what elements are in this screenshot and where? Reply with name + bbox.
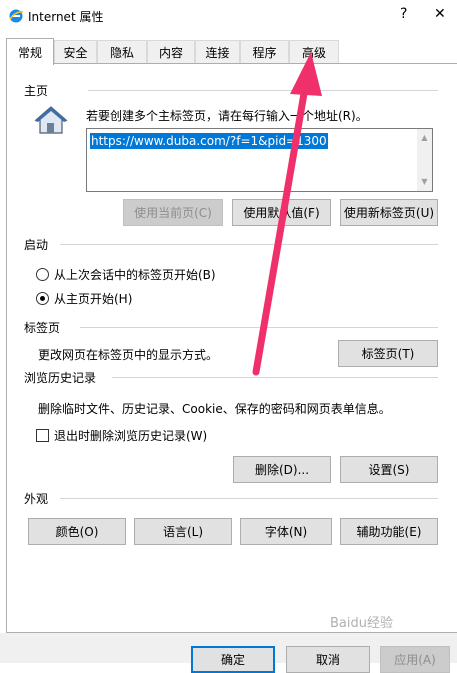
apply-button[interactable]: 应用(A) [380, 646, 450, 673]
internet-explorer-icon [9, 9, 24, 23]
window-title: Internet 属性 [28, 10, 104, 24]
history-settings-button[interactable]: 设置(S) [340, 456, 438, 483]
colors-button[interactable]: 颜色(O) [28, 518, 126, 545]
url-scrollbar[interactable]: ▲ ▼ [417, 129, 432, 191]
title-bar: Internet 属性 ? ✕ [0, 0, 457, 32]
scroll-down-icon[interactable]: ▼ [417, 175, 432, 189]
tab-programs[interactable]: 程序 [240, 40, 289, 64]
home-url-text: https://www.duba.com/?f=1&pid=1300 [90, 133, 328, 149]
use-default-button[interactable]: 使用默认值(F) [232, 199, 331, 226]
cancel-button[interactable]: 取消 [286, 646, 370, 673]
home-description: 若要创建多个主标签页，请在每行输入一个地址(R)。 [86, 109, 368, 123]
home-group-label: 主页 [24, 82, 49, 99]
fonts-button[interactable]: 字体(N) [240, 518, 332, 545]
help-button[interactable]: ? [400, 6, 407, 22]
tabs-description: 更改网页在标签页中的显示方式。 [38, 348, 219, 362]
use-current-button[interactable]: 使用当前页(C) [123, 199, 223, 226]
dialog-footer: 确定 取消 应用(A) [0, 633, 457, 673]
scroll-up-icon[interactable]: ▲ [417, 131, 432, 145]
home-page-icon [34, 106, 68, 134]
tabs-group-label: 标签页 [24, 319, 61, 336]
languages-button[interactable]: 语言(L) [134, 518, 232, 545]
tab-connections[interactable]: 连接 [195, 40, 240, 64]
accessibility-button[interactable]: 辅助功能(E) [340, 518, 438, 545]
tab-security[interactable]: 安全 [54, 40, 97, 64]
delete-on-exit-checkbox[interactable] [36, 429, 49, 442]
tab-privacy[interactable]: 隐私 [97, 40, 147, 64]
history-description: 删除临时文件、历史记录、Cookie、保存的密码和网页表单信息。 [38, 402, 391, 416]
delete-history-button[interactable]: 删除(D)... [233, 456, 331, 483]
radio-home-page-label: 从主页开始(H) [54, 292, 133, 306]
appearance-separator [60, 498, 438, 499]
ok-button[interactable]: 确定 [191, 646, 275, 673]
home-url-textarea[interactable]: https://www.duba.com/?f=1&pid=1300 ▲ ▼ [86, 128, 433, 192]
radio-home-page[interactable] [36, 292, 49, 305]
appearance-group-label: 外观 [24, 490, 49, 507]
history-separator [112, 377, 438, 378]
tabs-settings-button[interactable]: 标签页(T) [338, 340, 438, 367]
watermark-text: Baidu经验 [330, 616, 393, 631]
radio-last-session-label: 从上次会话中的标签页开始(B) [54, 268, 216, 282]
delete-on-exit-label: 退出时删除浏览历史记录(W) [54, 429, 208, 443]
history-group-label: 浏览历史记录 [24, 369, 97, 386]
startup-group-label: 启动 [24, 236, 49, 253]
close-button[interactable]: ✕ [434, 6, 446, 22]
tab-advanced[interactable]: 高级 [289, 40, 339, 64]
home-separator [88, 90, 438, 91]
startup-separator [60, 244, 438, 245]
tab-content[interactable]: 内容 [147, 40, 195, 64]
tabs-separator [80, 327, 438, 328]
radio-last-session[interactable] [36, 268, 49, 281]
radio-selected-dot [40, 296, 45, 301]
tab-general[interactable]: 常规 [6, 38, 54, 65]
tab-strip: 常规 安全 隐私 内容 连接 程序 高级 [0, 38, 457, 65]
use-new-tab-button[interactable]: 使用新标签页(U) [340, 199, 438, 226]
